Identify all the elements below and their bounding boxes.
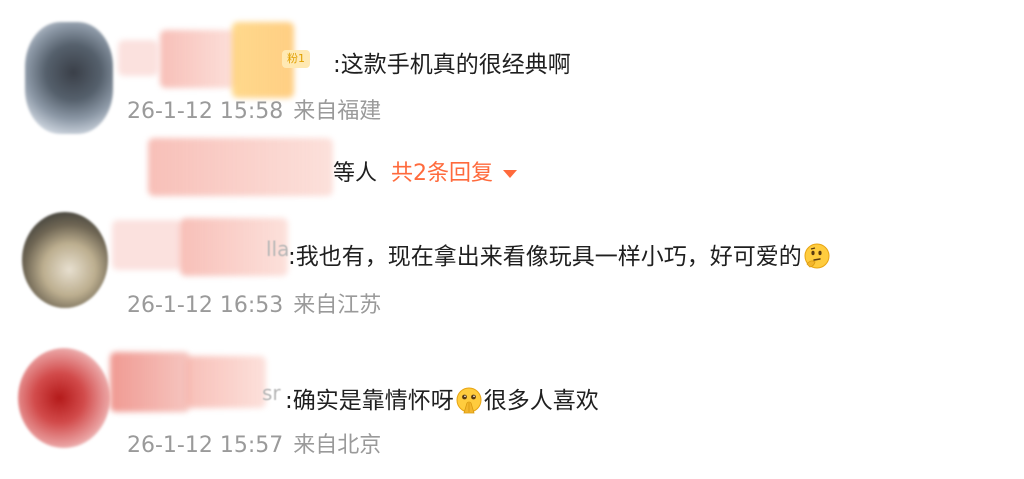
comment-date: 26-1-12 15:58 bbox=[127, 99, 284, 124]
username-blur bbox=[112, 220, 182, 270]
avatar[interactable] bbox=[18, 348, 110, 448]
comment-text: :确实是靠情怀呀 很多人喜欢 bbox=[285, 387, 599, 414]
comment-text: :我也有，现在拿出来看像玩具一样小巧，好可爱的 bbox=[288, 237, 832, 271]
avatar[interactable] bbox=[22, 212, 108, 308]
comment-date: 26-1-12 16:53 bbox=[127, 293, 284, 318]
comment-meta: 26-1-12 16:53 来自江苏 bbox=[127, 287, 381, 319]
caret-down-icon bbox=[503, 170, 518, 178]
comment-meta: 26-1-12 15:57 来自北京 bbox=[127, 427, 381, 459]
comment-date: 26-1-12 15:57 bbox=[127, 433, 284, 458]
username-blur[interactable] bbox=[186, 356, 266, 408]
username-blur bbox=[118, 40, 158, 76]
avatar[interactable] bbox=[25, 22, 113, 134]
replies-row: 等人 共2条回复 bbox=[333, 155, 518, 187]
comment-location: 来自北京 bbox=[293, 433, 382, 458]
comment-location: 来自江苏 bbox=[293, 293, 382, 318]
username-tail[interactable]: sr bbox=[262, 381, 281, 405]
view-replies-link[interactable]: 共2条回复 bbox=[391, 161, 518, 186]
username-tail[interactable]: lla bbox=[266, 237, 289, 261]
comment-meta: 26-1-12 15:58 来自福建 bbox=[127, 93, 381, 125]
thinking-face-emoji bbox=[804, 243, 830, 269]
replier-blur bbox=[148, 138, 333, 196]
comment-list: 粉1 :这款手机真的很经典啊 26-1-12 15:58 来自福建 等人 共2条回复… bbox=[0, 0, 1024, 479]
username-blur bbox=[110, 352, 190, 412]
pleading-hands-emoji bbox=[456, 387, 482, 414]
comment-text: :这款手机真的很经典啊 bbox=[333, 52, 571, 78]
fan-badge: 粉1 bbox=[282, 50, 310, 68]
comment-location: 来自福建 bbox=[293, 99, 382, 124]
username-blur[interactable] bbox=[160, 30, 238, 88]
repliers-label: 等人 bbox=[333, 161, 378, 186]
